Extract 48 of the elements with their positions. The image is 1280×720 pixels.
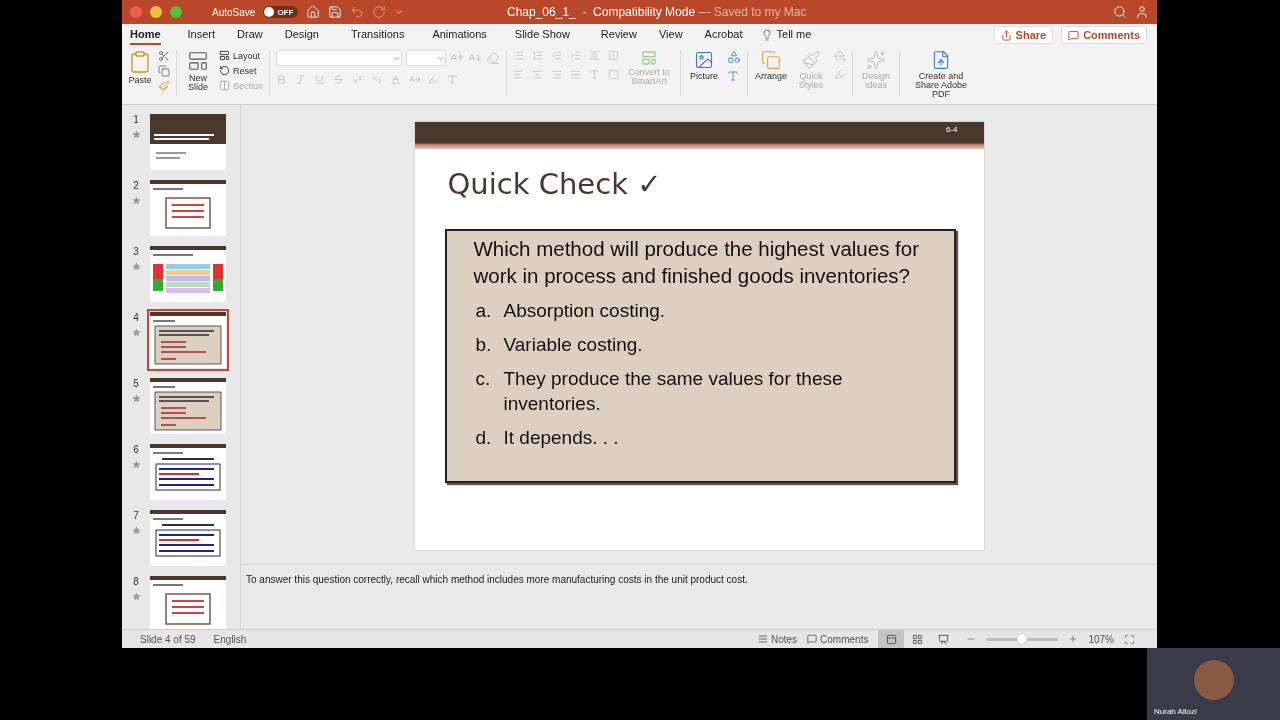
slide-number: 6 (133, 444, 139, 455)
adobe-pdf-button[interactable]: Create and Share Adobe PDF (906, 50, 977, 99)
slide-number: 7 (133, 510, 139, 521)
slide-number: 3 (133, 246, 139, 257)
slide-number: 8 (133, 576, 139, 587)
option-text: Absorption costing. (503, 299, 666, 323)
ribbon-tab[interactable]: Review (600, 25, 637, 45)
ribbon-tab[interactable]: Design (284, 25, 319, 45)
ribbon-tab[interactable]: Insert (187, 25, 216, 45)
slide-number: 1 (133, 114, 139, 125)
slide-number: 2 (133, 180, 139, 191)
participant-name: Nurah Allozi (1154, 707, 1197, 716)
ribbon-tab[interactable]: Acrobat (704, 25, 743, 45)
slide-page-number: 6-4 (945, 125, 958, 134)
slide-number: 4 (133, 312, 139, 323)
option-letter: d. (475, 426, 493, 450)
slide-position: Slide 4 of 59 (140, 633, 196, 645)
zoom-level: 107% (1088, 633, 1114, 645)
autosave-label: AutoSave (212, 6, 256, 18)
picture-button[interactable]: Picture (687, 50, 722, 81)
notes-button[interactable]: Notes (757, 633, 798, 645)
tell-me-field[interactable]: Tell me (776, 25, 812, 45)
option-text: They produce the same values for these inventories. (503, 367, 844, 416)
comments-status-button[interactable]: Comments (807, 633, 869, 645)
ribbon-tab[interactable]: Slide Show (514, 25, 570, 45)
speaker-notes[interactable]: To answer this question correctly, recall which method includes more manufacturing costs in the unit product cost. (241, 565, 1157, 585)
new-slide-button[interactable]: New Slide (183, 50, 213, 92)
share-button[interactable]: Share (993, 26, 1054, 44)
arrange-button[interactable]: Arrange (754, 50, 789, 81)
option-letter: c. (475, 367, 492, 391)
slide-number: 5 (133, 378, 139, 389)
ribbon-tab[interactable]: View (658, 25, 683, 45)
question-text: Which method will produce the highest values for work in process and finished goods inventories? (473, 236, 921, 289)
option-letter: b. (475, 333, 493, 357)
slide-title: Quick Check ✓ (447, 167, 663, 201)
reset-button[interactable]: Reset (219, 65, 264, 76)
comments-button[interactable]: Comments (1061, 26, 1147, 44)
autosave-toggle[interactable]: OFF (263, 6, 299, 18)
paste-button[interactable]: Paste (128, 50, 152, 85)
ribbon-tab[interactable]: Animations (432, 25, 487, 45)
option-letter: a. (475, 299, 493, 323)
option-text: Variable costing. (503, 333, 643, 357)
ribbon-tab[interactable]: Draw (237, 25, 263, 45)
language: English (213, 633, 247, 645)
layout-button[interactable]: Layout (219, 50, 264, 61)
window-title: Chap_06_1_ - Compatibility Mode — Saved to my Mac (507, 5, 807, 19)
option-text: It depends. . . (503, 426, 619, 450)
ribbon-tab[interactable]: Transitions (351, 25, 405, 45)
